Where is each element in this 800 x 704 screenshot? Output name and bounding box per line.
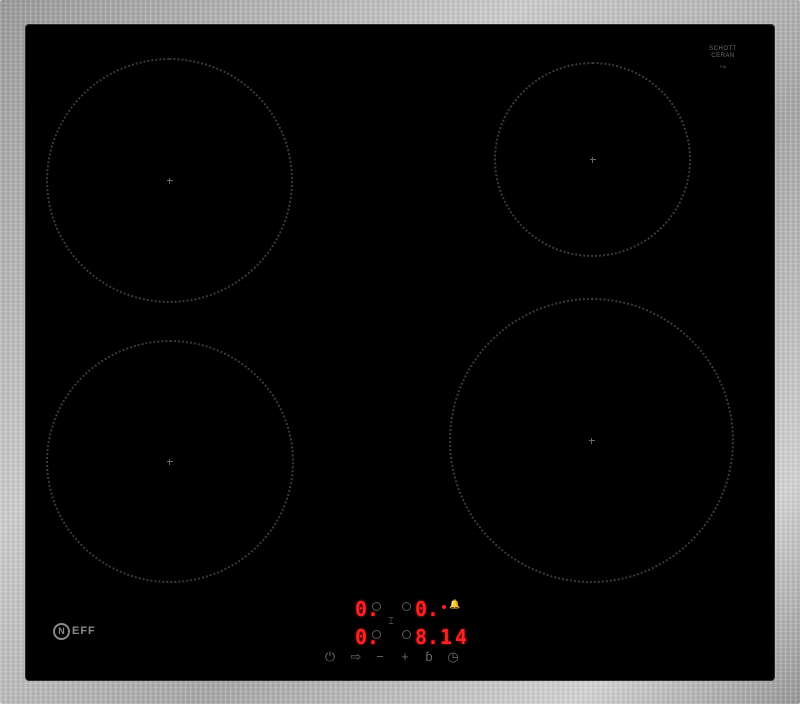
- cooking-zone-rear-right[interactable]: [494, 62, 691, 257]
- zone-select-ring-left-bottom[interactable]: [372, 630, 381, 639]
- cooking-zone-front-left-bottom[interactable]: [46, 340, 294, 583]
- cooktop-glass-surface: SCHOTT CERAN TM 0. 0. 🔔 ⌶ 0. 8. 14 ⏻ ⇨ −…: [26, 25, 774, 680]
- minus-icon[interactable]: −: [371, 650, 389, 664]
- zone-center-mark: [589, 156, 596, 163]
- zone-center-mark: [588, 437, 595, 444]
- neff-logo-text: EFF: [72, 625, 96, 637]
- zone-center-mark: [167, 458, 173, 465]
- select-zone-icon[interactable]: ⇨: [347, 650, 365, 664]
- zone-center-mark: [166, 177, 173, 184]
- ceran-subtext: TM: [719, 64, 727, 69]
- timer-active-dot: [442, 605, 446, 609]
- bell-icon: 🔔: [449, 599, 461, 609]
- schott-ceran-logo: SCHOTT CERAN TM: [699, 46, 747, 69]
- timer-icon[interactable]: ◷: [444, 650, 462, 664]
- neff-logo-circle: N: [53, 622, 70, 640]
- cooking-zone-front-left-top[interactable]: [46, 58, 293, 303]
- display-timer: 14: [440, 625, 471, 649]
- cooking-zone-front-right[interactable]: [449, 298, 734, 583]
- display-zone-right-bottom: 8.: [415, 625, 440, 649]
- display-zone-right-top: 0.: [415, 597, 440, 621]
- zone-select-ring-right-top[interactable]: [402, 602, 411, 611]
- zone-select-ring-left-top[interactable]: [372, 602, 381, 611]
- power-icon[interactable]: ⏻: [321, 650, 339, 664]
- child-lock-icon[interactable]: ɓ: [420, 650, 438, 664]
- bridge-icon: ⌶: [388, 616, 394, 627]
- plus-icon[interactable]: +: [396, 650, 414, 664]
- neff-logo: N EFF: [53, 620, 96, 642]
- zone-select-ring-right-bottom[interactable]: [402, 630, 411, 639]
- schott-text: SCHOTT: [709, 46, 737, 52]
- ceran-text: CERAN: [711, 53, 735, 59]
